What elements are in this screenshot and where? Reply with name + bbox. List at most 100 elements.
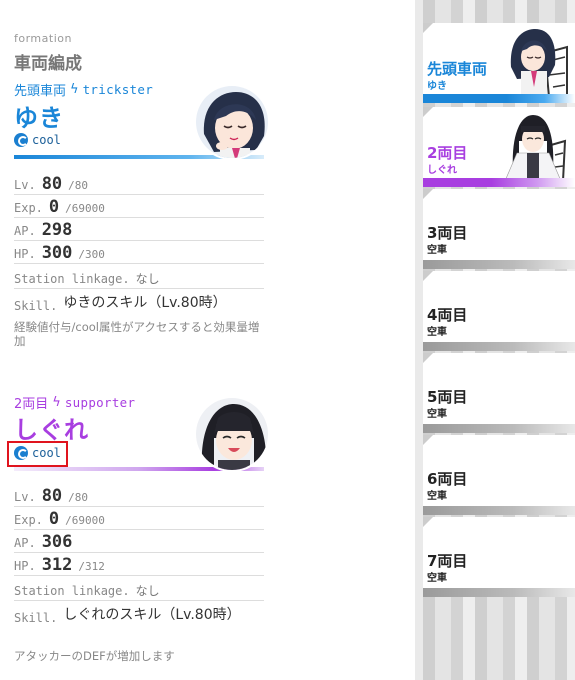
corner-tab — [423, 271, 433, 281]
car-slot-2-label: 2両目 — [427, 144, 468, 162]
car1-attribute-badge: cool — [14, 133, 61, 147]
section-subtitle: formation — [14, 32, 72, 45]
car1-portrait[interactable] — [194, 84, 270, 160]
car2-level-row: Lv. 80 /80 — [14, 487, 264, 507]
car-slot-3[interactable]: 3両目 空車 — [423, 189, 575, 269]
formation-detail-panel: formation 車両編成 先頭車両 ϟ trickster ゆき cool … — [0, 0, 415, 680]
car1-role: trickster — [82, 82, 154, 97]
car2-portrait[interactable] — [194, 396, 270, 472]
level-max: /80 — [68, 491, 89, 504]
level-label: Lv. — [14, 178, 36, 192]
level-value: 80 — [41, 174, 63, 194]
level-value: 80 — [41, 486, 63, 506]
corner-tab — [423, 189, 433, 199]
car1-skill-description: 経験値付与/cool属性がアクセスすると効果量増加 — [14, 320, 260, 348]
car-slot-2-character: しぐれ — [427, 165, 457, 176]
corner-tab — [423, 107, 433, 117]
car-slot-5-band — [423, 424, 575, 433]
ap-value: 298 — [41, 220, 73, 240]
corner-tab — [423, 353, 433, 363]
lightning-bolt-icon: ϟ — [70, 82, 79, 97]
attribute-highlight-box — [7, 441, 68, 467]
car-slot-4-band — [423, 342, 575, 351]
car-slot-5[interactable]: 5両目 空車 — [423, 353, 575, 433]
car2-hp-row: HP. 312 /312 — [14, 556, 264, 576]
exp-label: Exp. — [14, 513, 43, 527]
car1-header: 先頭車両 ϟ trickster — [14, 80, 153, 99]
station-linkage-label: Station linkage. — [14, 272, 130, 286]
section-title: 車両編成 — [14, 54, 82, 74]
skill-label: Skill. — [14, 611, 58, 625]
skill-label: Skill. — [14, 299, 58, 313]
car-slot-1-label: 先頭車両 — [427, 60, 488, 78]
car-slot-1-band — [423, 94, 575, 103]
car1-position-label: 先頭車両 — [14, 84, 67, 99]
car2-ap-row: AP. 306 — [14, 533, 264, 553]
car2-skill-row: Skill. しぐれのスキル（Lv.80時） — [14, 607, 264, 625]
car-slot-4-label: 4両目 — [427, 306, 468, 324]
car-slot-4[interactable]: 4両目 空車 — [423, 271, 575, 351]
car2-skill-description: アタッカーのDEFが増加します — [14, 649, 175, 663]
car1-ap-row: AP. 298 — [14, 221, 264, 241]
car-slot-3-status: 空車 — [427, 245, 447, 256]
hp-value: 300 — [41, 243, 73, 263]
corner-tab — [423, 517, 433, 527]
station-linkage-value: なし — [135, 584, 160, 598]
lightning-bolt-icon: ϟ — [52, 395, 61, 410]
exp-max: /69000 — [65, 202, 105, 215]
car-slot-3-band — [423, 260, 575, 269]
exp-value: 0 — [48, 509, 60, 529]
hp-label: HP. — [14, 559, 36, 573]
hp-max: /300 — [78, 248, 105, 261]
level-max: /80 — [68, 179, 89, 192]
shigure-portrait-image — [196, 398, 268, 470]
station-linkage-value: なし — [135, 272, 160, 286]
ap-label: AP. — [14, 536, 36, 550]
panel-divider — [415, 0, 423, 680]
car2-role: supporter — [64, 395, 136, 410]
exp-max: /69000 — [65, 514, 105, 527]
car-slot-7-label: 7両目 — [427, 552, 468, 570]
hp-max: /312 — [78, 560, 105, 573]
car-slot-4-status: 空車 — [427, 327, 447, 338]
hp-value: 312 — [41, 555, 73, 575]
car-slot-7-status: 空車 — [427, 573, 447, 584]
car-slot-1[interactable]: 先頭車両 ゆき — [423, 23, 575, 103]
exp-value: 0 — [48, 197, 60, 217]
exp-label: Exp. — [14, 201, 43, 215]
car-slot-1-character: ゆき — [427, 81, 447, 92]
car2-character-name[interactable]: しぐれ — [14, 410, 89, 445]
yuki-portrait-image — [196, 86, 268, 158]
car1-station-linkage-row: Station linkage. なし — [14, 270, 264, 289]
ap-label: AP. — [14, 224, 36, 238]
car1-skill-row: Skill. ゆきのスキル（Lv.80時） — [14, 295, 264, 313]
skill-name: しぐれのスキル（Lv.80時） — [63, 607, 241, 623]
shigure-slot-image — [504, 115, 567, 182]
yuki-slot-image — [510, 29, 568, 103]
corner-tab — [423, 435, 433, 445]
car-slot-6-status: 空車 — [427, 491, 447, 502]
station-linkage-label: Station linkage. — [14, 584, 130, 598]
car-slot-5-label: 5両目 — [427, 388, 468, 406]
level-label: Lv. — [14, 490, 36, 504]
car2-station-linkage-row: Station linkage. なし — [14, 582, 264, 601]
car-slot-7-band — [423, 588, 575, 597]
car2-exp-row: Exp. 0 /69000 — [14, 510, 264, 530]
car1-hp-row: HP. 300 /300 — [14, 244, 264, 264]
hp-label: HP. — [14, 247, 36, 261]
car-slot-5-status: 空車 — [427, 409, 447, 420]
skill-name: ゆきのスキル（Lv.80時） — [63, 295, 227, 311]
car1-character-name[interactable]: ゆき — [14, 98, 64, 133]
car-slot-2-band — [423, 178, 575, 187]
car-slot-7[interactable]: 7両目 空車 — [423, 517, 575, 597]
train-car-list: 先頭車両 ゆき 2両目 しぐれ 3両目 空車 4両目 空車 5両目 空車 6両目… — [423, 0, 575, 680]
car-slot-6[interactable]: 6両目 空車 — [423, 435, 575, 515]
cool-attribute-icon — [14, 133, 28, 147]
car-slot-6-band — [423, 506, 575, 515]
car1-attribute-label: cool — [32, 133, 61, 147]
car-slot-3-label: 3両目 — [427, 224, 468, 242]
car1-exp-row: Exp. 0 /69000 — [14, 198, 264, 218]
car-slot-6-label: 6両目 — [427, 470, 468, 488]
car1-level-row: Lv. 80 /80 — [14, 175, 264, 195]
car-slot-2[interactable]: 2両目 しぐれ — [423, 107, 575, 187]
